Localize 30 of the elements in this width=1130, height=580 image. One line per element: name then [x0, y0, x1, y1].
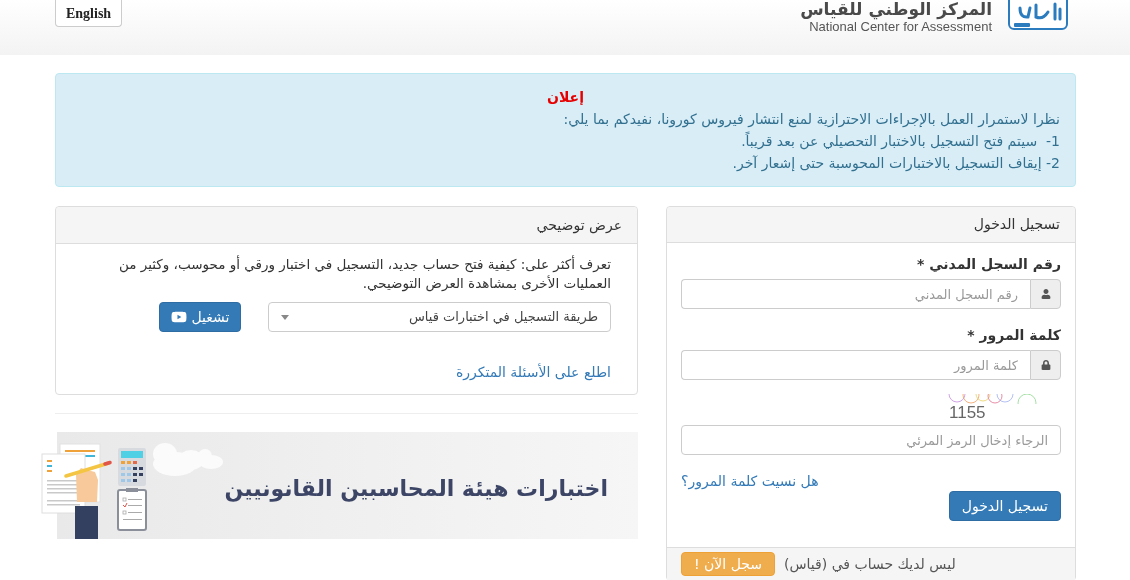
banner-heading: اختبارات هيئة المحاسبين القانونيين — [224, 475, 608, 504]
panel-heading: تسجيل الدخول — [667, 207, 1075, 243]
logo-title: المركز الوطني للقياس — [800, 0, 992, 19]
play-button[interactable]: تشغيل — [159, 302, 241, 332]
signup-prompt: ليس لديك حساب في (قياس) — [784, 554, 956, 575]
logo-subtitle: National Center for Assessment — [809, 19, 992, 35]
clipboard-drawing — [116, 488, 147, 531]
calculator-drawing — [117, 448, 146, 486]
panel-heading: عرض توضيحي — [56, 207, 637, 244]
national-id-field[interactable]: رقم السجل المدني — [681, 279, 1030, 309]
forgot-password-link[interactable]: هل نسيت كلمة المرور؟ — [681, 471, 819, 491]
caret-icon — [281, 314, 289, 320]
user-icon — [1030, 279, 1061, 309]
password-field[interactable]: كلمة المرور — [681, 350, 1030, 380]
announcement-text: نظرا لاستمرار العمل بالإجراءات الاحترازية لمنع انتشار فيروس كورونا، نفيدكم بما يلي: — [563, 110, 1060, 130]
captcha-field[interactable]: الرجاء إدخال الرمز المرئي — [681, 425, 1061, 455]
video-icon — [170, 310, 187, 324]
announcement-title: إعلان — [547, 88, 584, 107]
video-select[interactable]: طريقة التسجيل في اختبارات قياس — [268, 302, 611, 332]
field-label: رقم السجل المدني * — [917, 255, 1061, 274]
captcha-code: 1155 — [948, 404, 986, 421]
login-button[interactable]: تسجيل الدخول — [948, 491, 1061, 521]
faq-link[interactable]: اطلع على الأسئلة المتكررة — [455, 362, 611, 382]
field-label: كلمة المرور * — [967, 326, 1061, 345]
announcement-item: 1- سيتم فتح التسجيل بالاختبار التحصيلي عن بعد قريباً. — [741, 130, 1060, 152]
demo-description: تعرف أكثر على: كيفية فتح حساب جديد، التسجيل في اختبار ورقي أو محوسب، وكثير من العمليات الأخرى بمشاهدة العرض التوضيحي. — [117, 255, 611, 293]
lock-icon — [1030, 350, 1061, 380]
announcement-item: 2- إيقاف التسجيل بالاختبارات المحوسبة حتى إشعار آخر. — [732, 154, 1060, 174]
logo-icon — [1008, 0, 1068, 30]
language-button[interactable]: English — [55, 0, 123, 27]
